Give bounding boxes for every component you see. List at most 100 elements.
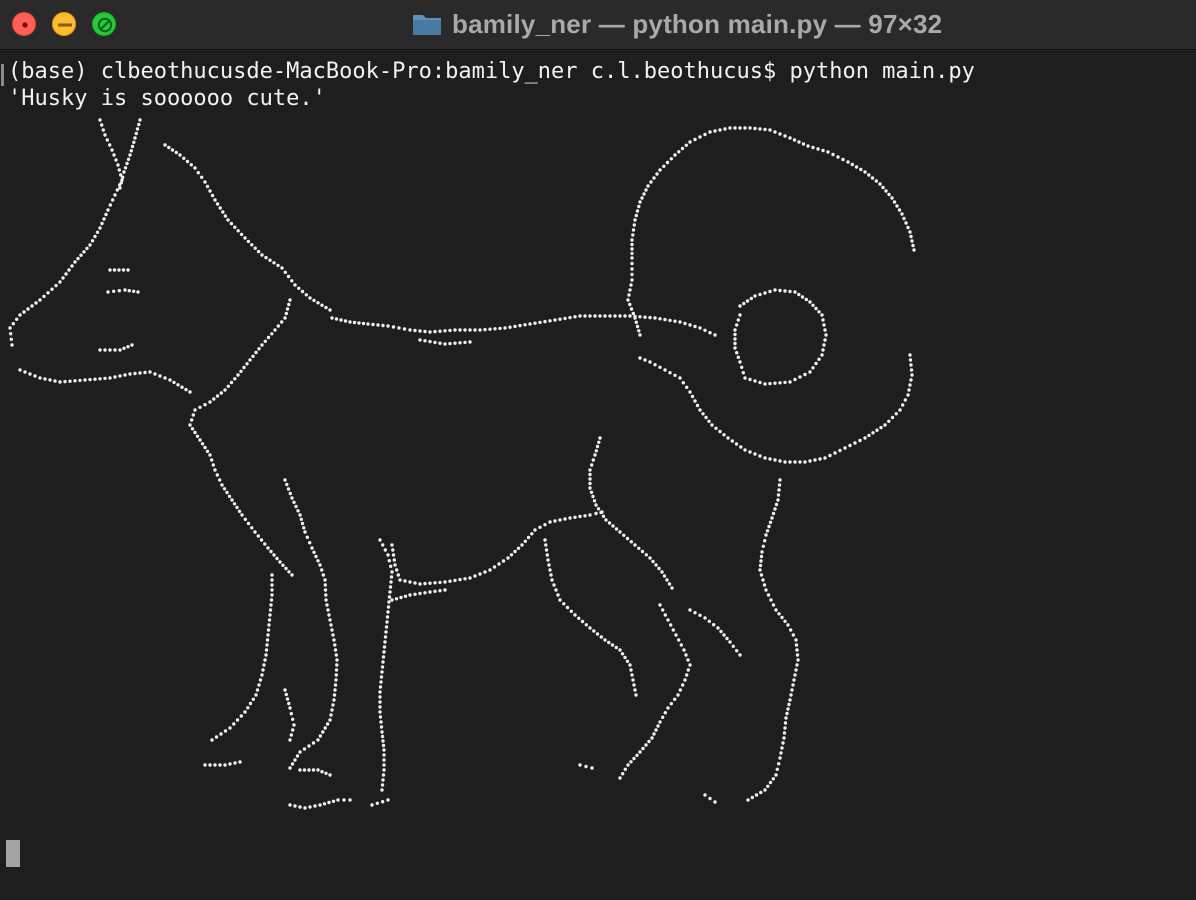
terminal-content[interactable]: (base) clbeothucusde-MacBook-Pro:bamily_… <box>0 52 1196 900</box>
braille-dot <box>267 618 272 622</box>
braille-dot <box>316 301 320 305</box>
braille-dot <box>629 283 633 287</box>
braille-dot <box>280 320 284 324</box>
close-button[interactable] <box>12 12 36 36</box>
braille-dot <box>663 711 667 715</box>
braille-dot <box>678 376 682 380</box>
braille-dot <box>776 493 781 497</box>
braille-dot <box>418 329 422 333</box>
braille-dot <box>381 773 386 777</box>
braille-dot <box>232 722 236 726</box>
braille-dot <box>792 678 796 682</box>
braille-dot <box>381 543 385 547</box>
braille-dot <box>251 697 255 701</box>
braille-dot <box>283 478 287 482</box>
braille-dot <box>906 225 910 230</box>
braille-dot <box>193 430 197 435</box>
braille-dot <box>438 589 442 593</box>
braille-dot <box>516 546 521 550</box>
braille-dot <box>328 308 332 312</box>
braille-dot <box>63 379 67 384</box>
braille-dot <box>777 488 781 492</box>
braille-dot <box>135 127 140 131</box>
braille-dot <box>253 530 257 534</box>
braille-dot <box>388 590 392 594</box>
braille-dot <box>765 529 770 533</box>
braille-dot <box>433 329 437 334</box>
braille-dot <box>382 758 386 762</box>
braille-dot <box>768 381 772 386</box>
braille-dot <box>630 256 634 260</box>
braille-dot <box>318 803 322 807</box>
braille-dot <box>758 380 762 385</box>
braille-dot <box>663 317 667 322</box>
braille-dot <box>779 751 783 755</box>
braille-dot <box>23 370 27 374</box>
braille-dot <box>79 253 83 257</box>
braille-dot <box>591 458 595 462</box>
braille-dot <box>677 150 681 154</box>
braille-dot <box>791 633 795 637</box>
braille-dot <box>901 403 905 407</box>
braille-dot <box>260 673 264 677</box>
braille-dot <box>366 322 370 326</box>
braille-dot <box>671 628 675 632</box>
braille-dot <box>293 804 297 808</box>
braille-dot <box>758 127 762 131</box>
braille-dot <box>378 715 383 719</box>
braille-dot <box>568 516 572 520</box>
minimize-button[interactable] <box>52 12 76 36</box>
braille-dot <box>550 578 554 582</box>
braille-dot <box>226 384 230 388</box>
braille-dot <box>592 499 597 503</box>
braille-dot <box>633 218 637 222</box>
braille-dot <box>783 619 787 623</box>
braille-dot <box>380 730 384 734</box>
braille-dot <box>378 690 382 694</box>
braille-dot <box>811 303 815 307</box>
braille-dot <box>18 313 22 317</box>
braille-dot <box>890 196 894 200</box>
braille-dot <box>286 274 291 279</box>
braille-dot <box>138 371 142 375</box>
braille-dot <box>666 706 670 710</box>
braille-dot <box>387 600 391 604</box>
braille-dot <box>638 356 642 360</box>
braille-dot <box>678 688 682 692</box>
braille-dot <box>270 578 274 582</box>
braille-dot <box>311 768 316 772</box>
braille-dot <box>110 148 114 152</box>
braille-dot <box>641 746 645 751</box>
braille-dot <box>54 283 58 288</box>
braille-dot <box>292 723 296 727</box>
braille-dot <box>780 615 784 620</box>
braille-dot <box>116 163 120 167</box>
braille-dot <box>239 369 243 373</box>
braille-dot <box>528 322 532 326</box>
braille-dot <box>824 333 828 337</box>
braille-dot <box>103 133 107 137</box>
braille-dot <box>408 593 412 597</box>
dog-dots <box>8 118 916 810</box>
braille-dot <box>114 158 118 162</box>
braille-dot <box>897 208 902 212</box>
braille-dot <box>681 381 685 385</box>
braille-dot <box>628 663 632 667</box>
output-line: 'Husky is soooooo cute.' <box>8 86 326 111</box>
braille-dot <box>220 483 224 487</box>
braille-dot <box>8 326 12 330</box>
braille-dot <box>380 734 385 739</box>
braille-dot <box>214 735 219 739</box>
braille-dot <box>463 328 467 332</box>
braille-dot <box>630 673 634 677</box>
braille-dot <box>259 538 264 542</box>
zoom-button[interactable] <box>92 12 116 36</box>
braille-dot <box>386 798 390 802</box>
braille-dot <box>584 764 588 769</box>
braille-dot <box>884 189 888 193</box>
braille-dot <box>733 341 737 346</box>
braille-dot <box>102 217 106 221</box>
braille-dot <box>622 533 626 537</box>
braille-dot <box>738 126 742 130</box>
braille-dot <box>70 264 74 268</box>
